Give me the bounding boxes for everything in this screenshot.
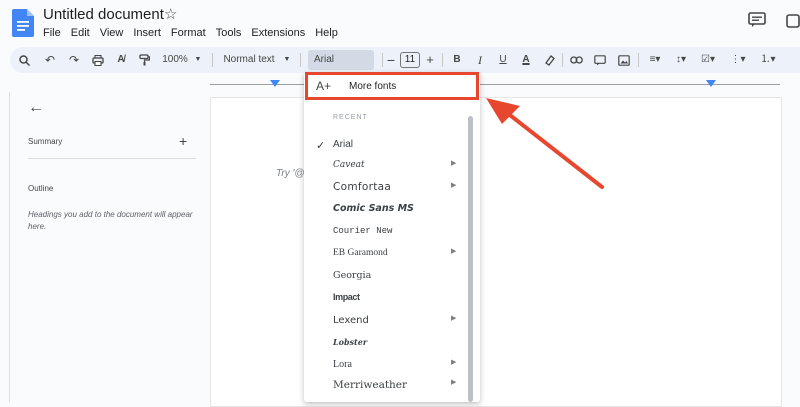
menu-file[interactable]: File: [43, 27, 61, 39]
font-family-select[interactable]: Arial: [308, 50, 374, 70]
font-option-arial[interactable]: Arial: [333, 139, 353, 150]
font-option-courier-new[interactable]: Courier New: [333, 226, 392, 236]
link-icon[interactable]: [568, 47, 584, 73]
video-call-icon[interactable]: [786, 12, 800, 30]
checklist-icon[interactable]: ☑▾: [696, 47, 720, 73]
numbered-list-icon[interactable]: ⒈▾: [756, 47, 780, 73]
align-icon[interactable]: ≡▾: [644, 47, 666, 73]
font-size-input[interactable]: 11: [400, 52, 420, 68]
zoom-value[interactable]: 100%: [160, 47, 190, 73]
vertical-ruler: [0, 92, 10, 402]
submenu-arrow-icon: ▶: [451, 182, 457, 189]
submenu-arrow-icon: ▶: [451, 160, 457, 167]
document-placeholder: Try '@: [276, 168, 305, 179]
star-icon[interactable]: ☆: [164, 5, 177, 23]
outline-hint: Headings you add to the document will ap…: [28, 210, 193, 231]
left-indent-icon[interactable]: [270, 80, 280, 88]
font-option-comfortaa[interactable]: Comfortaa: [333, 181, 391, 193]
menu-insert[interactable]: Insert: [133, 27, 161, 39]
submenu-arrow-icon: ▶: [451, 379, 457, 386]
more-fonts-label: More fonts: [349, 81, 397, 92]
add-comment-icon[interactable]: [592, 47, 608, 73]
font-option-georgia[interactable]: Georgia: [333, 270, 371, 281]
menu-format[interactable]: Format: [171, 27, 206, 39]
undo-icon[interactable]: ↶: [42, 47, 58, 73]
right-indent-icon[interactable]: [706, 80, 716, 88]
toolbar: ↶ ↷ A̸ 100% ▼ Normal text ▼ Arial − 11 +…: [10, 47, 800, 73]
spellcheck-icon[interactable]: A̸: [113, 47, 129, 73]
font-menu: [304, 72, 480, 402]
more-fonts-menu-item[interactable]: A+ More fonts: [305, 72, 479, 100]
line-spacing-icon[interactable]: ↕▾: [670, 47, 692, 73]
paint-format-icon[interactable]: [136, 47, 152, 73]
font-option-impact[interactable]: Impact: [333, 292, 360, 302]
docs-logo-icon[interactable]: [12, 9, 34, 37]
font-option-lobster[interactable]: Lobster: [333, 337, 367, 347]
font-option-eb-garamond[interactable]: EB Garamond: [333, 248, 388, 258]
underline-button[interactable]: U: [496, 47, 510, 73]
search-icon[interactable]: [16, 47, 32, 73]
style-dropdown-icon[interactable]: ▼: [282, 47, 292, 73]
submenu-arrow-icon: ▶: [451, 359, 457, 366]
menu-help[interactable]: Help: [315, 27, 338, 39]
decrease-font-size-button[interactable]: −: [386, 47, 396, 73]
outline-label: Outline: [28, 184, 54, 193]
toolbar-divider: [562, 53, 563, 67]
submenu-arrow-icon: ▶: [451, 315, 457, 322]
menu-bar: File Edit View Insert Format Tools Exten…: [43, 27, 348, 39]
font-option-caveat[interactable]: Caveat: [333, 160, 365, 170]
increase-font-size-button[interactable]: +: [424, 47, 436, 73]
font-menu-section-label: RECENT: [333, 114, 368, 121]
italic-button[interactable]: I: [473, 47, 487, 73]
back-arrow-icon[interactable]: ←: [28, 99, 44, 117]
font-option-merriweather[interactable]: Merriweather: [333, 379, 407, 391]
font-option-lexend[interactable]: Lexend: [333, 315, 369, 326]
comment-icon[interactable]: [748, 12, 766, 28]
toolbar-divider: [212, 53, 213, 67]
bold-button[interactable]: B: [450, 47, 464, 73]
summary-divider: [28, 158, 196, 159]
font-option-lora[interactable]: Lora: [333, 359, 352, 370]
toolbar-divider: [382, 53, 383, 67]
document-title[interactable]: Untitled document: [43, 6, 164, 23]
text-color-button[interactable]: A: [519, 47, 533, 73]
menu-extensions[interactable]: Extensions: [251, 27, 305, 39]
redo-icon[interactable]: ↷: [66, 47, 82, 73]
toolbar-divider: [442, 53, 443, 67]
menu-view[interactable]: View: [100, 27, 124, 39]
toolbar-divider: [300, 53, 301, 67]
app-header: Untitled document ☆ File Edit View Inser…: [0, 0, 800, 44]
add-summary-button[interactable]: +: [179, 133, 187, 149]
toolbar-divider: [638, 53, 639, 67]
bulleted-list-icon[interactable]: ⋮▾: [726, 47, 750, 73]
highlight-icon[interactable]: [542, 47, 556, 73]
zoom-dropdown-icon[interactable]: ▼: [193, 47, 203, 73]
submenu-arrow-icon: ▶: [451, 248, 457, 255]
paragraph-style-select[interactable]: Normal text: [220, 47, 278, 73]
print-icon[interactable]: [90, 47, 106, 73]
font-option-comic-sans[interactable]: Comic Sans MS: [333, 203, 414, 214]
font-family-value: Arial: [314, 54, 335, 65]
check-icon: ✓: [316, 140, 326, 152]
insert-image-icon[interactable]: [616, 47, 632, 73]
menu-edit[interactable]: Edit: [71, 27, 90, 39]
font-menu-scrollbar[interactable]: [468, 116, 473, 402]
menu-tools[interactable]: Tools: [216, 27, 242, 39]
ruler-line: [210, 84, 780, 85]
summary-label: Summary: [28, 137, 63, 146]
document-page[interactable]: [210, 97, 782, 407]
add-font-icon: A+: [316, 79, 332, 93]
